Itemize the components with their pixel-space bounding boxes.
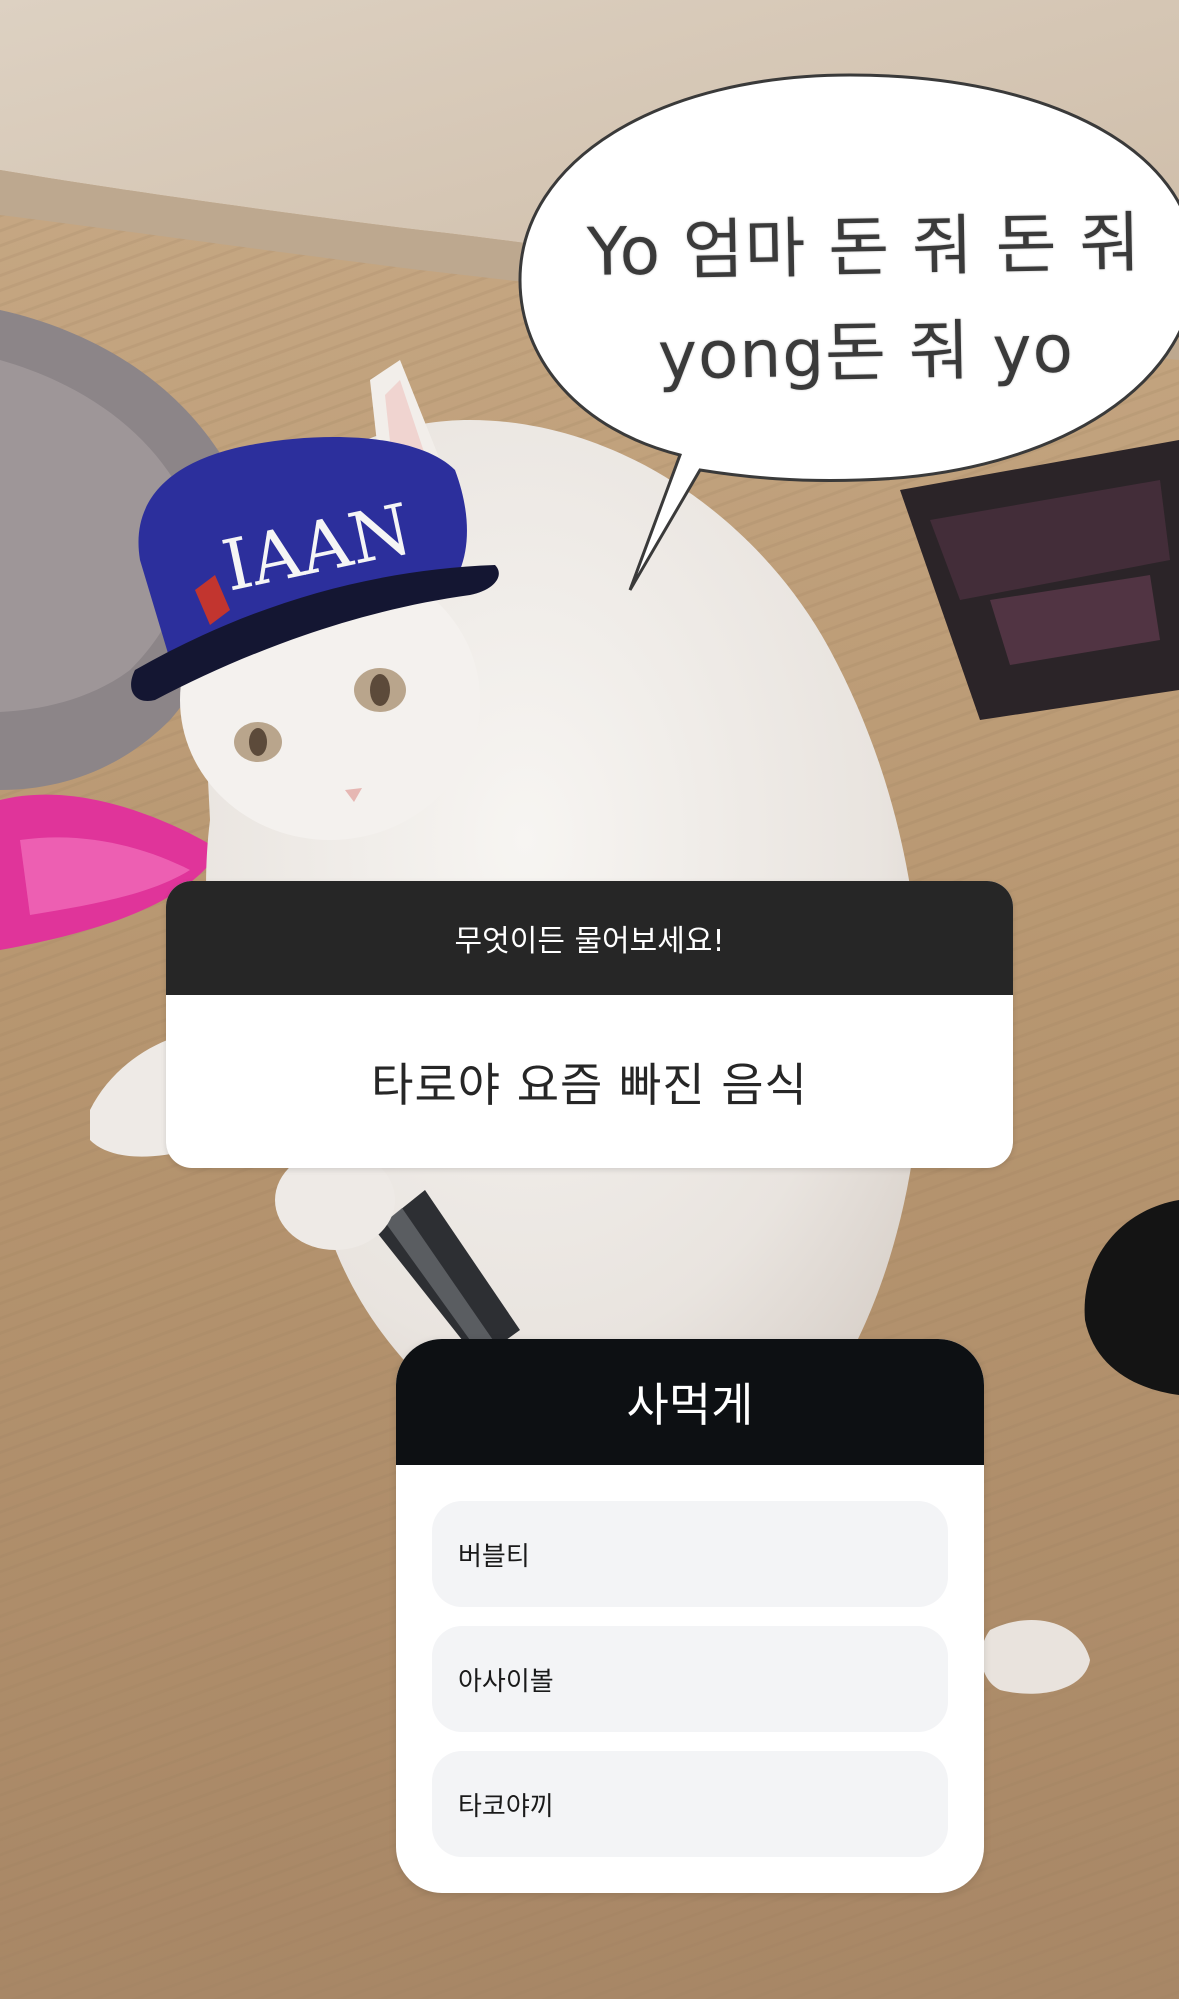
speech-bubble-text: Yo 엄마 돈 줘 돈 줘 yong돈 줘 yo	[543, 189, 1179, 410]
question-answer: 타로야 요즘 빠진 음식	[371, 1057, 808, 1112]
poll-option-label: 아사이볼	[458, 1666, 554, 1697]
question-prompt: 무엇이든 물어보세요!	[166, 881, 1013, 995]
question-sticker[interactable]: 무엇이든 물어보세요! 타로야 요즘 빠진 음식	[166, 881, 1013, 1168]
speech-bubble-line-1: Yo 엄마 돈 줘 돈 줘	[586, 204, 1142, 291]
poll-option-3[interactable]: 타코야끼	[432, 1751, 948, 1857]
poll-option-2[interactable]: 아사이볼	[432, 1626, 948, 1732]
poll-option-1[interactable]: 버블티	[432, 1501, 948, 1607]
poll-option-label: 타코야끼	[458, 1791, 554, 1822]
poll-sticker: 사먹게 버블티 아사이볼 타코야끼	[396, 1339, 984, 1893]
poll-option-label: 버블티	[458, 1541, 530, 1572]
speech-bubble-line-2: yong돈 줘 yo	[657, 310, 1075, 395]
poll-title: 사먹게	[396, 1339, 984, 1465]
poll-options-list: 버블티 아사이볼 타코야끼	[396, 1465, 984, 1857]
